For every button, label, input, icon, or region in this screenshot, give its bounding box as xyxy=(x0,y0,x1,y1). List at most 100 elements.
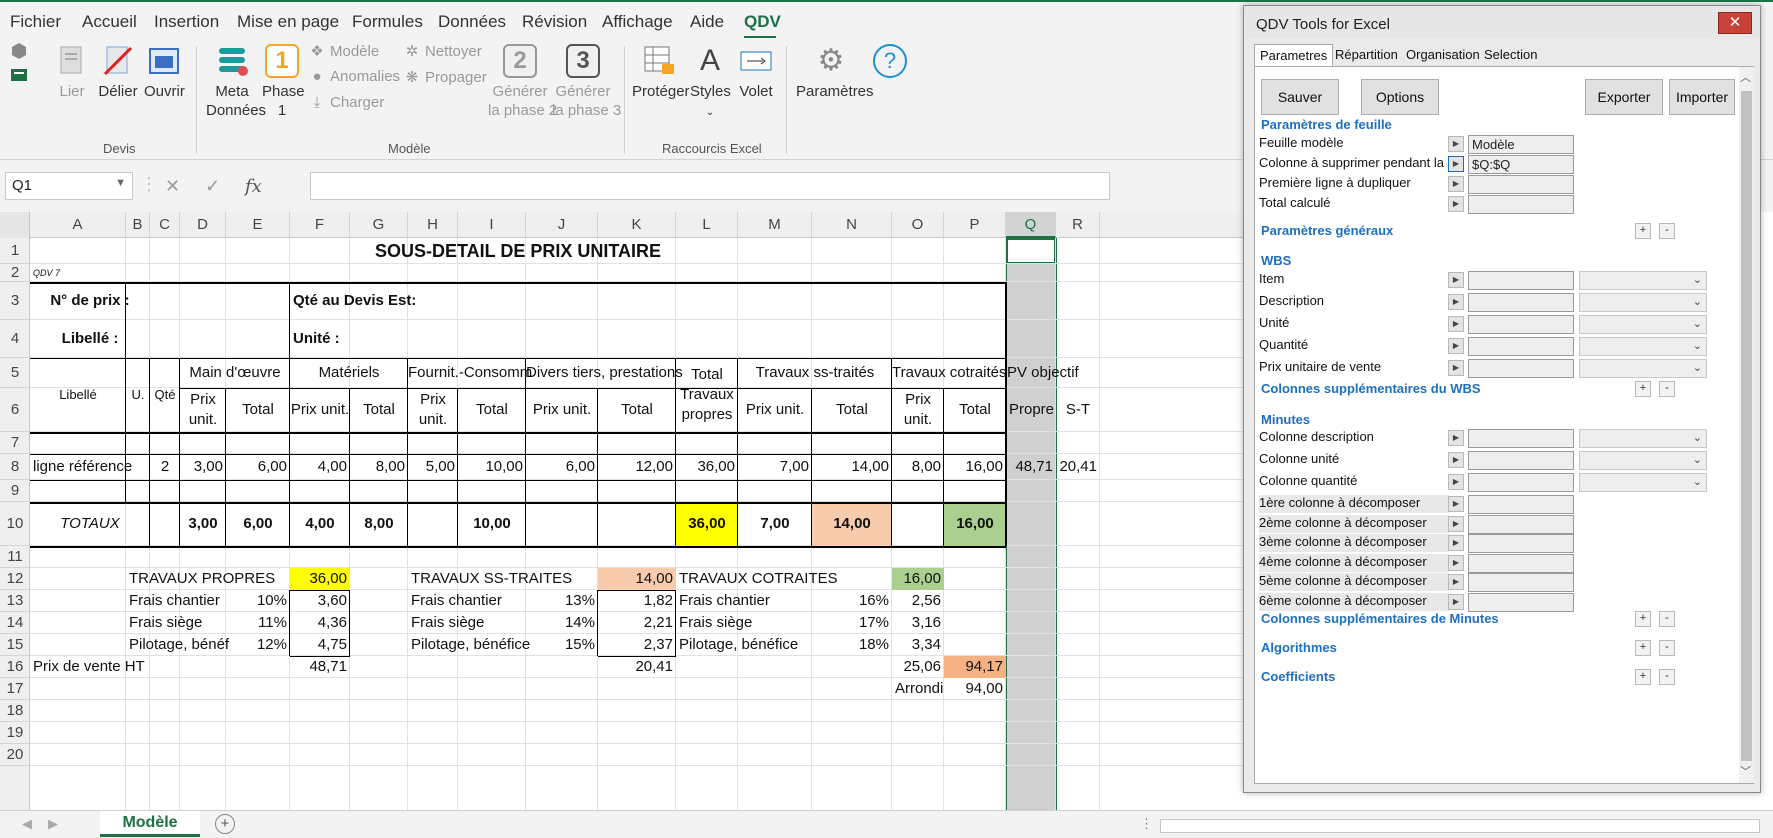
row-header-8[interactable]: 8 xyxy=(0,454,30,480)
feuille-row-2-input[interactable] xyxy=(1468,175,1574,194)
menu-qdv[interactable]: QDV xyxy=(744,12,781,32)
sec-coefficients-minus-icon[interactable]: - xyxy=(1659,669,1675,685)
sec-algorithmes[interactable]: Algorithmes xyxy=(1261,640,1337,655)
formula-input[interactable] xyxy=(310,172,1110,200)
feuille-row-1-arrow-icon[interactable]: ▶ xyxy=(1448,156,1464,172)
wbs-row-3-input[interactable] xyxy=(1468,337,1574,356)
cancel-icon[interactable]: ✕ xyxy=(165,176,180,197)
modele-button[interactable]: ❖ Modèle xyxy=(308,42,379,60)
styles-dropdown-icon[interactable]: ⌄ xyxy=(706,107,714,118)
row-header-16[interactable]: 16 xyxy=(0,656,30,678)
column-header-a[interactable]: A xyxy=(30,212,126,238)
wbs-row-0-arrow-icon[interactable]: ▶ xyxy=(1448,272,1464,288)
menu-insertion[interactable]: Insertion xyxy=(154,12,219,32)
row-header-11[interactable]: 11 xyxy=(0,546,30,568)
decomp-row-2-arrow-icon[interactable]: ▶ xyxy=(1448,535,1464,552)
decomp-row-1-input[interactable] xyxy=(1468,514,1574,534)
decomp-row-2-input[interactable] xyxy=(1468,534,1574,554)
wbs-row-4-arrow-icon[interactable]: ▶ xyxy=(1448,360,1464,376)
cells-layer[interactable]: SOUS-DETAIL DE PRIX UNITAIRE QDV 7 N° de p… xyxy=(0,212,1250,810)
help-button[interactable]: ? xyxy=(870,44,910,82)
row-header-13[interactable]: 13 xyxy=(0,590,30,612)
menu-accueil[interactable]: Accueil xyxy=(82,12,137,32)
menu-mise-en-page[interactable]: Mise en page xyxy=(237,12,339,32)
scroll-thumb[interactable] xyxy=(1741,91,1752,761)
column-header-b[interactable]: B xyxy=(126,212,150,238)
sauver-button[interactable]: Sauver xyxy=(1261,79,1339,115)
anomalies-button[interactable]: ● Anomalies xyxy=(308,68,400,85)
wbs-row-1-select[interactable]: ⌄ xyxy=(1579,293,1707,312)
sec-coefficients[interactable]: Coefficients xyxy=(1261,669,1335,684)
tab-repartition[interactable]: Répartition xyxy=(1330,44,1403,66)
decomp-row-1-arrow-icon[interactable]: ▶ xyxy=(1448,515,1464,532)
row-header-7[interactable]: 7 xyxy=(0,432,30,454)
minutes-row-0-input[interactable] xyxy=(1468,429,1574,448)
wbs-row-3-select[interactable]: ⌄ xyxy=(1579,337,1707,356)
nettoyer-button[interactable]: ✲ Nettoyer xyxy=(403,42,482,60)
row-header-15[interactable]: 15 xyxy=(0,634,30,656)
feuille-row-0-arrow-icon[interactable]: ▶ xyxy=(1448,136,1464,152)
minutes-row-1-arrow-icon[interactable]: ▶ xyxy=(1448,452,1464,468)
sec-parametres-generaux-plus-icon[interactable]: + xyxy=(1635,223,1651,239)
row-header-1[interactable]: 1 xyxy=(0,238,30,264)
minutes-row-2-input[interactable] xyxy=(1468,473,1574,492)
chevron-down-icon[interactable]: ▼ xyxy=(115,177,126,189)
generer-phase3-button[interactable]: 3 Générer la phase 3 xyxy=(552,44,621,120)
column-header-r[interactable]: R xyxy=(1056,212,1100,238)
styles-button[interactable]: A Styles ⌄ xyxy=(690,44,731,122)
tab-selection[interactable]: Selection xyxy=(1479,44,1542,66)
horizontal-scrollbar[interactable] xyxy=(1160,819,1760,833)
decomp-row-4-input[interactable] xyxy=(1468,573,1574,593)
scroll-down-icon[interactable]: ﹀ xyxy=(1740,763,1751,779)
minutes-row-2-select[interactable]: ⌄ xyxy=(1579,473,1707,492)
column-header-j[interactable]: J xyxy=(526,212,598,238)
row-header-20[interactable]: 20 xyxy=(0,744,30,766)
wbs-row-1-arrow-icon[interactable]: ▶ xyxy=(1448,294,1464,310)
row-header-10[interactable]: 10 xyxy=(0,502,30,546)
row-header-4[interactable]: 4 xyxy=(0,320,30,358)
decomp-row-5-arrow-icon[interactable]: ▶ xyxy=(1448,594,1464,610)
column-header-p[interactable]: P xyxy=(944,212,1006,238)
fx-icon[interactable]: fx xyxy=(245,176,262,197)
column-header-c[interactable]: C xyxy=(150,212,180,238)
column-header-m[interactable]: M xyxy=(738,212,812,238)
row-header-12[interactable]: 12 xyxy=(0,568,30,590)
volet-button[interactable]: Volet xyxy=(736,44,776,101)
sec-minutes-sup-plus-icon[interactable]: + xyxy=(1635,611,1651,627)
column-header-h[interactable]: H xyxy=(408,212,458,238)
confirm-icon[interactable]: ✓ xyxy=(205,176,220,197)
decomp-row-5-input[interactable] xyxy=(1468,593,1574,612)
ouvrir-button[interactable]: Ouvrir xyxy=(144,44,185,101)
propager-button[interactable]: ❋ Propager xyxy=(403,68,487,86)
sec-parametres-feuille[interactable]: Paramètres de feuille xyxy=(1261,117,1392,132)
name-box[interactable]: Q1 ▼ xyxy=(5,172,133,200)
sheet-small-icon[interactable] xyxy=(10,66,28,87)
wbs-row-3-arrow-icon[interactable]: ▶ xyxy=(1448,338,1464,354)
tab-parametres[interactable]: Parametres xyxy=(1254,44,1334,66)
row-header-3[interactable]: 3 xyxy=(0,282,30,320)
feuille-row-2-arrow-icon[interactable]: ▶ xyxy=(1448,176,1464,192)
column-header-i[interactable]: I xyxy=(458,212,526,238)
menu-formules[interactable]: Formules xyxy=(352,12,423,32)
column-header-f[interactable]: F xyxy=(290,212,350,238)
add-sheet-icon[interactable]: + xyxy=(215,814,235,834)
column-header-k[interactable]: K xyxy=(598,212,676,238)
minutes-row-0-select[interactable]: ⌄ xyxy=(1579,429,1707,448)
row-header-2[interactable]: 2 xyxy=(0,264,30,282)
wbs-row-1-input[interactable] xyxy=(1468,293,1574,312)
sec-algorithmes-plus-icon[interactable]: + xyxy=(1635,640,1651,656)
sec-wbs-sup-minus-icon[interactable]: - xyxy=(1659,381,1675,397)
sec-wbs[interactable]: WBS xyxy=(1261,253,1291,268)
sec-algorithmes-minus-icon[interactable]: - xyxy=(1659,640,1675,656)
feuille-row-0-input[interactable]: Modèle xyxy=(1468,135,1574,154)
lier-button[interactable]: Lier xyxy=(52,44,92,101)
menu-aide[interactable]: Aide xyxy=(690,12,724,32)
column-header-n[interactable]: N xyxy=(812,212,892,238)
wbs-row-0-select[interactable]: ⌄ xyxy=(1579,271,1707,290)
row-header-19[interactable]: 19 xyxy=(0,722,30,744)
decomp-row-4-arrow-icon[interactable]: ▶ xyxy=(1448,574,1464,591)
tab-prev-icon[interactable]: ◀ xyxy=(22,816,32,832)
decomp-row-0-arrow-icon[interactable]: ▶ xyxy=(1448,496,1464,512)
meta-donnees-button[interactable]: Meta Données xyxy=(206,44,266,120)
wbs-row-2-input[interactable] xyxy=(1468,315,1574,334)
